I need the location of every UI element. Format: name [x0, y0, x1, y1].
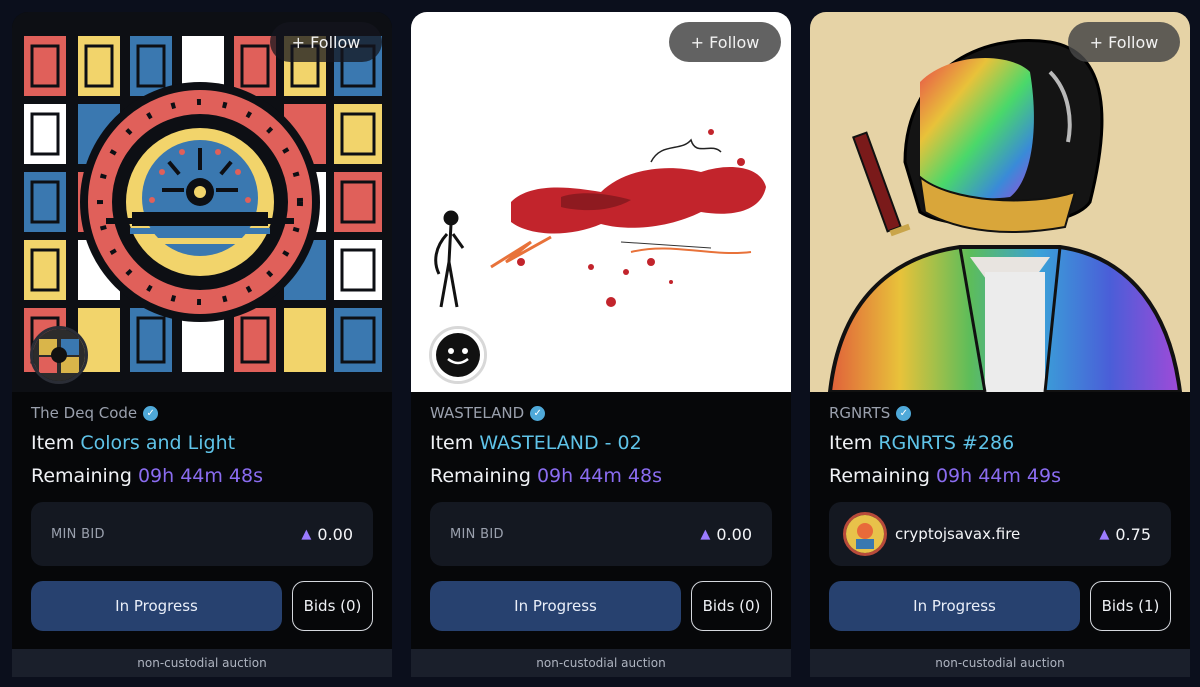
in-progress-label: In Progress — [115, 597, 198, 615]
card-footer: non-custodial auction — [12, 649, 392, 677]
in-progress-button[interactable]: In Progress — [31, 581, 282, 631]
nft-artwork-colors-and-light[interactable]: + Follow — [12, 12, 392, 392]
card-footer: non-custodial auction — [810, 649, 1190, 677]
remaining-label: Remaining — [829, 465, 930, 487]
follow-button[interactable]: + Follow — [1068, 22, 1180, 62]
in-progress-button[interactable]: In Progress — [430, 581, 681, 631]
top-bidder[interactable]: cryptojsavax.fire — [843, 512, 1021, 556]
auction-type-label: non-custodial auction — [935, 656, 1065, 670]
avax-triangle-icon: ▲ — [1099, 526, 1110, 542]
bidder-name: cryptojsavax.fire — [895, 525, 1021, 543]
bids-label: Bids (0) — [702, 597, 761, 615]
nft-artwork-wasteland-02[interactable]: + Follow — [411, 12, 791, 392]
card-info: WASTELAND ✓ Item WASTELAND - 02 Remainin… — [430, 402, 772, 491]
card-footer: non-custodial auction — [411, 649, 791, 677]
in-progress-button[interactable]: In Progress — [829, 581, 1080, 631]
remaining-time: 09h 44m 48s — [137, 465, 264, 487]
card-info: RGNRTS ✓ Item RGNRTS #286 Remaining 09h … — [829, 402, 1171, 491]
in-progress-label: In Progress — [913, 597, 996, 615]
bids-button[interactable]: Bids (0) — [292, 581, 373, 631]
verified-badge-icon: ✓ — [530, 405, 546, 421]
bid-amount: ▲ 0.75 — [1099, 525, 1151, 544]
item-label: Item — [430, 432, 474, 454]
follow-label: + Follow — [690, 32, 760, 52]
bid-box: MIN BID ▲ 0.00 — [31, 502, 373, 566]
item-label: Item — [31, 432, 75, 454]
remaining-row: Remaining 09h 44m 48s — [31, 465, 373, 491]
follow-button[interactable]: + Follow — [270, 22, 382, 62]
bids-button[interactable]: Bids (0) — [691, 581, 772, 631]
bids-button[interactable]: Bids (1) — [1090, 581, 1171, 631]
follow-button[interactable]: + Follow — [669, 22, 781, 62]
avax-triangle-icon: ▲ — [700, 526, 711, 542]
bids-label: Bids (0) — [303, 597, 362, 615]
remaining-time: 09h 44m 48s — [536, 465, 663, 487]
bidder-avatar — [843, 512, 887, 556]
auction-type-label: non-custodial auction — [137, 656, 267, 670]
remaining-row: Remaining 09h 44m 48s — [430, 465, 772, 491]
bid-amount-value: 0.75 — [1115, 524, 1151, 544]
bids-label: Bids (1) — [1101, 597, 1160, 615]
collection-name-row: The Deq Code ✓ — [31, 402, 373, 424]
nft-artwork-rgnrts-286[interactable]: + Follow — [810, 12, 1190, 392]
collection-name[interactable]: WASTELAND — [430, 404, 524, 422]
collection-avatar[interactable] — [429, 326, 487, 384]
bid-amount-value: 0.00 — [716, 524, 752, 544]
remaining-time: 09h 44m 49s — [935, 465, 1062, 487]
in-progress-label: In Progress — [514, 597, 597, 615]
bid-amount: ▲ 0.00 — [301, 525, 353, 544]
collection-name[interactable]: RGNRTS — [829, 404, 890, 422]
collection-name-row: RGNRTS ✓ — [829, 402, 1171, 424]
card-info: The Deq Code ✓ Item Colors and Light Rem… — [31, 402, 373, 491]
auction-type-label: non-custodial auction — [536, 656, 666, 670]
follow-label: + Follow — [291, 32, 361, 52]
avax-triangle-icon: ▲ — [301, 526, 312, 542]
bid-amount-value: 0.00 — [317, 524, 353, 544]
min-bid-label: MIN BID — [51, 526, 105, 542]
item-name[interactable]: RGNRTS #286 — [878, 432, 1014, 454]
collection-name-row: WASTELAND ✓ — [430, 402, 772, 424]
item-label: Item — [829, 432, 873, 454]
item-name[interactable]: WASTELAND - 02 — [479, 432, 641, 454]
auction-card-3[interactable]: + Follow RGNRTS ✓ Item RGNRTS #286 Remai… — [810, 12, 1190, 677]
item-row: Item WASTELAND - 02 — [430, 432, 772, 458]
bid-box: cryptojsavax.fire ▲ 0.75 — [829, 502, 1171, 566]
item-row: Item Colors and Light — [31, 432, 373, 458]
item-name[interactable]: Colors and Light — [80, 432, 235, 454]
follow-label: + Follow — [1089, 32, 1159, 52]
item-row: Item RGNRTS #286 — [829, 432, 1171, 458]
min-bid-label: MIN BID — [450, 526, 504, 542]
bid-amount: ▲ 0.00 — [700, 525, 752, 544]
auction-card-1[interactable]: + Follow The Deq Code ✓ Item Colors and … — [12, 12, 392, 677]
collection-name[interactable]: The Deq Code — [31, 404, 137, 422]
collection-avatar[interactable] — [30, 326, 88, 384]
remaining-label: Remaining — [31, 465, 132, 487]
bid-box: MIN BID ▲ 0.00 — [430, 502, 772, 566]
remaining-row: Remaining 09h 44m 49s — [829, 465, 1171, 491]
auction-card-2[interactable]: + Follow WASTELAND ✓ Item WASTELAND - 02… — [411, 12, 791, 677]
verified-badge-icon: ✓ — [143, 405, 159, 421]
remaining-label: Remaining — [430, 465, 531, 487]
verified-badge-icon: ✓ — [896, 405, 912, 421]
